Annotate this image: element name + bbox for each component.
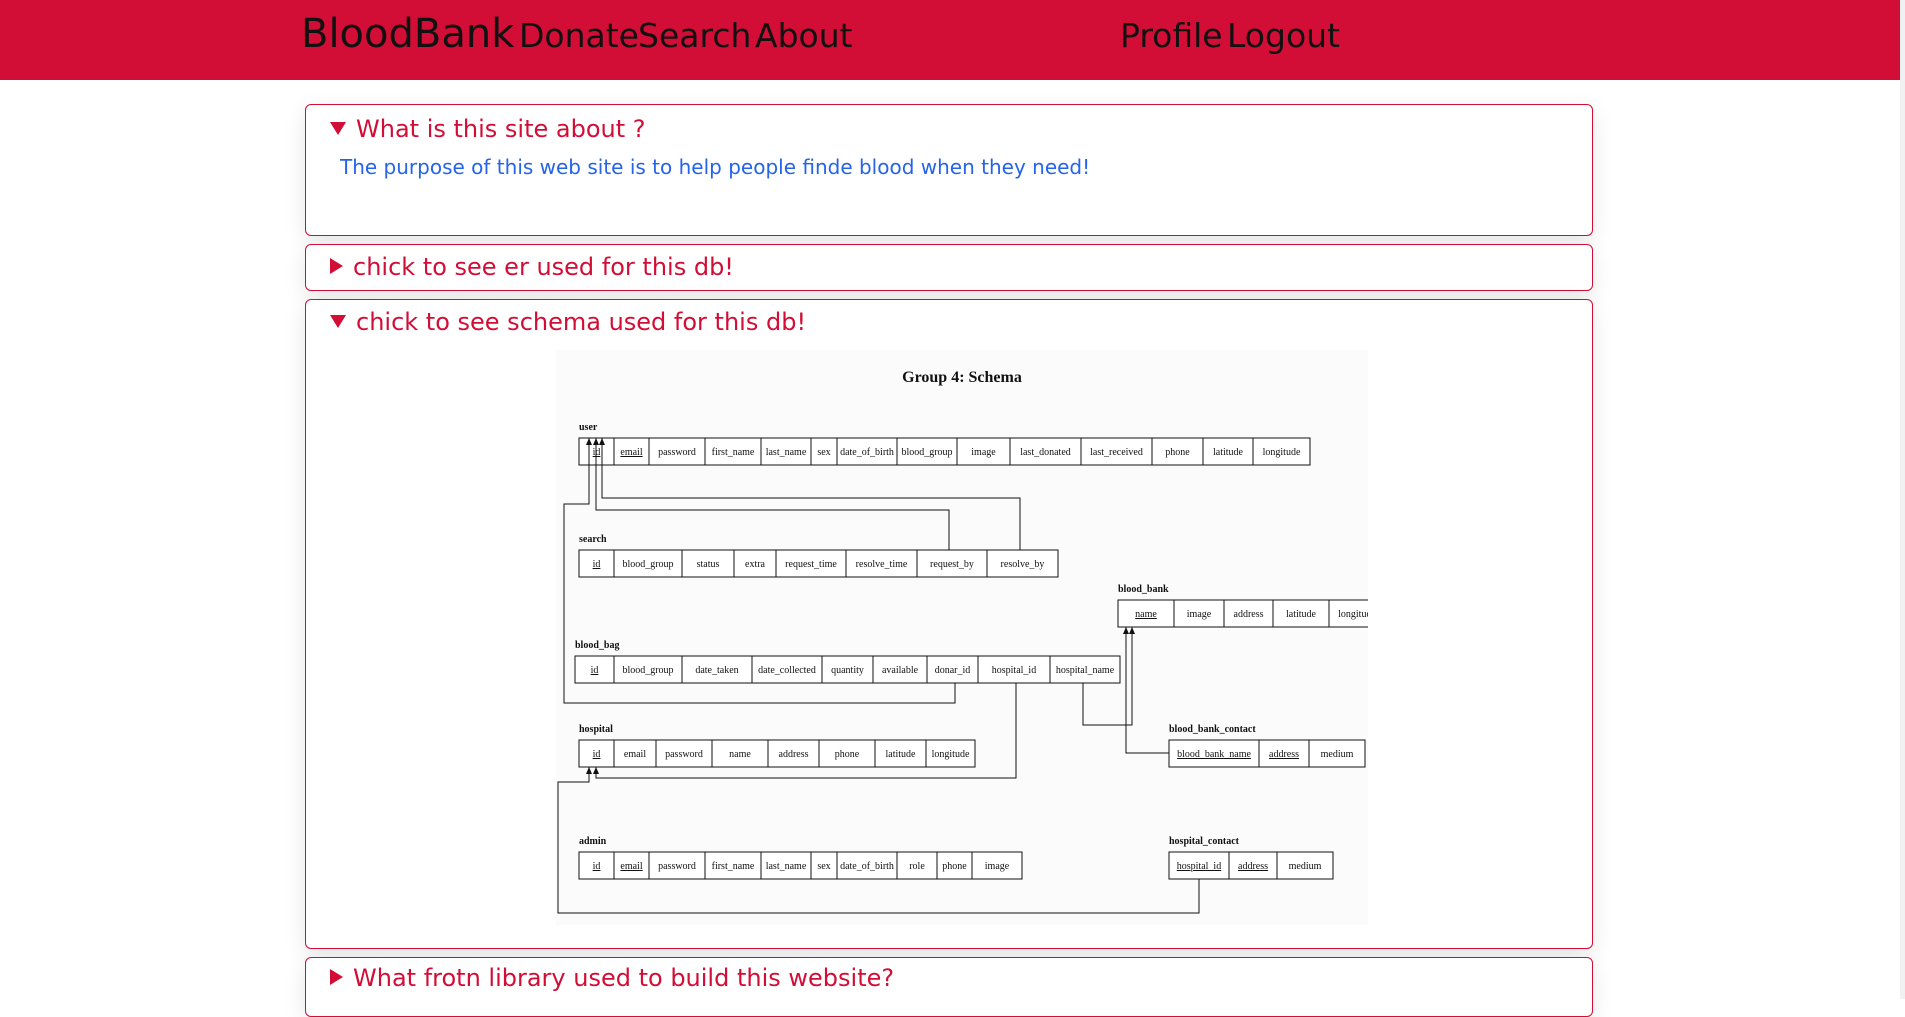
schema-column-label: id — [593, 749, 601, 760]
faq-question: What is this site about ? — [356, 115, 646, 143]
schema-column-label: phone — [835, 749, 860, 760]
schema-column-label: latitude — [886, 749, 917, 760]
schema-column-label: address — [1238, 861, 1268, 872]
schema-column-label: address — [779, 749, 809, 760]
schema-column-label: image — [985, 861, 1010, 872]
schema-table-name: blood_bank — [1118, 584, 1169, 595]
schema-column-label: email — [620, 861, 642, 872]
schema-arrow-head — [593, 767, 599, 774]
faq-summary-about[interactable]: What is this site about ? — [330, 113, 646, 145]
schema-column-label: role — [909, 861, 925, 872]
schema-column-label: address — [1269, 749, 1299, 760]
schema-column-label: date_collected — [758, 665, 816, 676]
brand-logo[interactable]: BloodBank — [301, 12, 514, 56]
schema-column-label: longitude — [1338, 609, 1368, 620]
schema-column-label: email — [624, 749, 646, 760]
schema-table-name: hospital_contact — [1169, 836, 1240, 847]
schema-column-label: available — [882, 665, 919, 676]
schema-column-label: medium — [1321, 749, 1354, 760]
faq-answer: The purpose of this web site is to help … — [340, 155, 1091, 179]
schema-column-label: id — [593, 559, 601, 570]
schema-column-label: last_received — [1090, 447, 1143, 458]
schema-relation-line — [557, 767, 1200, 914]
schema-column-label: last_name — [766, 861, 807, 872]
schema-column-label: status — [697, 559, 720, 570]
nav-link-search[interactable]: Search — [638, 14, 751, 58]
nav-link-logout[interactable]: Logout — [1227, 14, 1340, 58]
faq-summary-schema[interactable]: chick to see schema used for this db! — [330, 306, 806, 338]
schema-column-label: date_taken — [695, 665, 738, 676]
schema-column-label: donar_id — [935, 665, 971, 676]
schema-column-label: password — [665, 749, 703, 760]
schema-column-label: address — [1234, 609, 1264, 620]
schema-column-label: password — [658, 861, 696, 872]
schema-column-label: date_of_birth — [840, 447, 894, 458]
schema-column-label: sex — [817, 447, 830, 458]
schema-column-label: first_name — [712, 861, 755, 872]
caret-right-icon — [330, 969, 343, 985]
schema-arrow-head — [1123, 627, 1129, 634]
schema-column-label: image — [1187, 609, 1212, 620]
nav-link-donate[interactable]: Donate — [519, 14, 639, 58]
schema-column-label: name — [1135, 609, 1157, 620]
faq-summary-er[interactable]: chick to see er used for this db! — [330, 251, 734, 283]
schema-column-label: last_donated — [1020, 447, 1071, 458]
schema-column-label: password — [658, 447, 696, 458]
schema-diagram-image: Group 4: Schema user id email password first_… — [556, 350, 1368, 925]
schema-column-label: last_name — [766, 447, 807, 458]
schema-column-label: id — [591, 665, 599, 676]
faq-question: chick to see er used for this db! — [353, 253, 734, 281]
nav-link-about[interactable]: About — [755, 14, 853, 58]
faq-question: What frotn library used to build this we… — [353, 964, 895, 992]
schema-column-label: phone — [1165, 447, 1190, 458]
faq-summary-library[interactable]: What frotn library used to build this we… — [330, 962, 894, 994]
schema-column-label: resolve_by — [1001, 559, 1045, 570]
schema-column-label: longitude — [932, 749, 970, 760]
faq-item-schema: chick to see schema used for this db! Gr… — [305, 299, 1593, 949]
schema-column-label: blood_group — [622, 665, 673, 676]
caret-right-icon — [330, 258, 343, 274]
schema-column-label: blood_group — [622, 559, 673, 570]
schema-title: Group 4: Schema — [902, 369, 1022, 386]
schema-table-name: user — [579, 422, 598, 433]
schema-column-label: extra — [745, 559, 766, 570]
schema-arrow-head — [586, 767, 592, 774]
caret-down-icon — [330, 314, 346, 328]
schema-column-label: hospital_id — [1177, 861, 1221, 872]
schema-column-label: hospital_name — [1056, 665, 1115, 676]
schema-column-label: blood_group — [901, 447, 952, 458]
schema-column-label: image — [971, 447, 996, 458]
schema-column-label: first_name — [712, 447, 755, 458]
schema-table-name: blood_bag — [575, 640, 619, 651]
schema-column-label: latitude — [1213, 447, 1244, 458]
schema-column-label: email — [620, 447, 642, 458]
schema-column-label: medium — [1289, 861, 1322, 872]
faq-item-library: What frotn library used to build this we… — [305, 957, 1593, 1017]
schema-table-name: hospital — [579, 724, 613, 735]
schema-column-label: date_of_birth — [840, 861, 894, 872]
schema-column-label: latitude — [1286, 609, 1317, 620]
schema-column-label: longitude — [1263, 447, 1301, 458]
faq-item-er: chick to see er used for this db! — [305, 244, 1593, 291]
faq-item-about: What is this site about ? The purpose of… — [305, 104, 1593, 236]
schema-column-label: request_by — [930, 559, 974, 570]
schema-column-label: quantity — [831, 665, 864, 676]
schema-column-label: request_time — [785, 559, 837, 570]
schema-column-label: phone — [942, 861, 967, 872]
schema-column-label: resolve_time — [856, 559, 908, 570]
navbar: BloodBank Donate Search About Profile Lo… — [0, 0, 1900, 80]
schema-arrow-head — [1129, 627, 1135, 634]
schema-column-label: id — [593, 861, 601, 872]
schema-column-label: hospital_id — [992, 665, 1036, 676]
schema-column-label: sex — [817, 861, 830, 872]
faq-question: chick to see schema used for this db! — [356, 308, 807, 336]
schema-column-label: name — [729, 749, 751, 760]
schema-table-name: admin — [579, 836, 607, 847]
schema-table-name: search — [579, 534, 607, 545]
caret-down-icon — [330, 121, 346, 135]
schema-column-label: blood_bank_name — [1177, 749, 1251, 760]
nav-link-profile[interactable]: Profile — [1120, 14, 1223, 58]
page-scrollbar[interactable] — [1900, 0, 1905, 999]
schema-table-name: blood_bank_contact — [1169, 724, 1256, 735]
